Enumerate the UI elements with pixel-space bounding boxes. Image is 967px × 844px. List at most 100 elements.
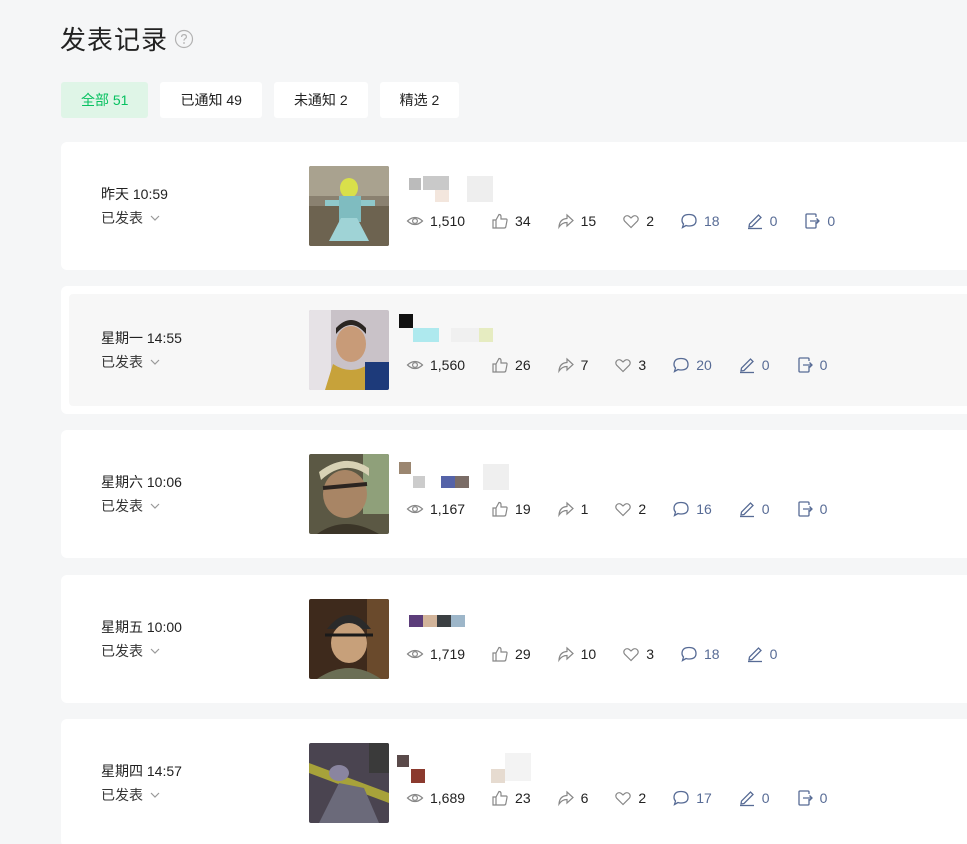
comment-icon: [673, 790, 689, 806]
heart-icon: [623, 648, 639, 662]
export-icon: [797, 357, 813, 373]
stat-edits[interactable]: 0: [746, 645, 777, 663]
record-time: 星期六 10:06: [101, 474, 182, 490]
pen-icon: [739, 791, 754, 807]
record-stats: 1,167 19 1 2 16 0 0: [406, 500, 853, 518]
status-dropdown[interactable]: 已发表: [101, 352, 161, 372]
status-label: 已发表: [101, 210, 143, 226]
record-card[interactable]: 星期六 10:06 已发表 1,167 19 1 2 16 0 0: [61, 430, 967, 558]
record-card[interactable]: 昨天 10:59 已发表 1,510 34 15 2 18 0 0: [61, 142, 967, 270]
record-stats: 1,719 29 10 3 18 0: [406, 645, 803, 663]
thumbs-up-icon: [492, 213, 508, 229]
filter-not-notified[interactable]: 未通知 2: [273, 82, 368, 118]
stat-likes: 26: [491, 356, 531, 374]
heart-icon: [615, 359, 632, 373]
thumbnail[interactable]: [309, 310, 389, 390]
title-redacted: [399, 462, 509, 492]
stat-edits[interactable]: 0: [738, 500, 770, 518]
stat-views: 1,689: [406, 789, 465, 807]
share-icon: [557, 646, 574, 663]
stat-shares: 6: [557, 789, 588, 807]
record-card[interactable]: 星期四 14:57 已发表 1,689 23 6 2 17 0 0: [61, 719, 967, 844]
filter-all[interactable]: 全部 51: [61, 82, 149, 118]
stat-comments[interactable]: 18: [680, 645, 720, 663]
pen-icon: [739, 502, 754, 518]
chevron-down-icon: [150, 792, 160, 798]
pen-icon: [739, 358, 754, 374]
thumbnail[interactable]: [309, 454, 389, 534]
status-label: 已发表: [101, 787, 143, 803]
stat-shares: 7: [557, 356, 588, 374]
status-dropdown[interactable]: 已发表: [101, 208, 161, 228]
title-redacted: [409, 176, 493, 204]
share-icon: [557, 357, 574, 374]
stat-edits[interactable]: 0: [738, 789, 770, 807]
status-label: 已发表: [101, 498, 143, 514]
eye-icon: [406, 504, 424, 514]
eye-icon: [406, 360, 424, 370]
filter-notified[interactable]: 已通知 49: [160, 82, 262, 118]
thumbs-up-icon: [492, 357, 508, 373]
status-dropdown[interactable]: 已发表: [101, 785, 161, 805]
chevron-down-icon: [150, 503, 160, 509]
comment-icon: [673, 357, 689, 373]
thumbs-up-icon: [492, 646, 508, 662]
stat-exports[interactable]: 0: [796, 500, 827, 518]
eye-icon: [406, 216, 424, 226]
stat-likes: 19: [491, 500, 531, 518]
stat-favorites: 3: [614, 356, 646, 374]
stat-edits[interactable]: 0: [738, 356, 770, 374]
chevron-down-icon: [150, 359, 160, 365]
record-time: 星期四 14:57: [101, 763, 182, 779]
title-redacted: [409, 609, 465, 637]
stat-comments[interactable]: 18: [680, 212, 720, 230]
thumbnail[interactable]: [309, 743, 389, 823]
stat-views: 1,510: [406, 212, 465, 230]
row-highlight: [69, 294, 967, 406]
record-stats: 1,560 26 7 3 20 0 0: [406, 356, 853, 374]
status-label: 已发表: [101, 354, 143, 370]
stat-comments[interactable]: 20: [672, 356, 712, 374]
heart-icon: [623, 215, 639, 229]
stat-exports[interactable]: 0: [803, 212, 835, 230]
title-redacted: [397, 753, 531, 783]
eye-icon: [406, 793, 424, 803]
help-icon[interactable]: [174, 29, 194, 49]
record-stats: 1,689 23 6 2 17 0 0: [406, 789, 853, 807]
comment-icon: [673, 501, 689, 517]
record-card[interactable]: 星期五 10:00 已发表 1,719 29 10 3 18 0: [61, 575, 967, 703]
status-dropdown[interactable]: 已发表: [101, 641, 161, 661]
stat-favorites: 2: [614, 500, 646, 518]
comment-icon: [681, 646, 697, 662]
share-icon: [557, 501, 574, 518]
stat-comments[interactable]: 17: [672, 789, 712, 807]
thumbs-up-icon: [492, 501, 508, 517]
export-icon: [797, 790, 813, 806]
stat-comments[interactable]: 16: [672, 500, 712, 518]
stat-exports[interactable]: 0: [796, 789, 827, 807]
chevron-down-icon: [150, 648, 160, 654]
thumbs-up-icon: [492, 790, 508, 806]
stat-favorites: 3: [622, 645, 654, 663]
pen-icon: [747, 214, 762, 230]
comment-icon: [681, 213, 697, 229]
stat-shares: 10: [557, 645, 596, 663]
stat-likes: 29: [491, 645, 531, 663]
stat-edits[interactable]: 0: [746, 212, 777, 230]
status-dropdown[interactable]: 已发表: [101, 496, 161, 516]
heart-icon: [615, 792, 632, 806]
stat-shares: 15: [557, 212, 596, 230]
pen-icon: [747, 647, 762, 663]
thumbnail[interactable]: [309, 166, 389, 246]
record-time: 星期一 14:55: [101, 330, 182, 346]
page-header: 发表记录: [60, 20, 194, 57]
record-card[interactable]: 星期一 14:55 已发表 1,560 26 7 3 20 0 0: [61, 286, 967, 414]
record-time: 星期五 10:00: [101, 619, 182, 635]
record-time: 昨天 10:59: [101, 186, 168, 202]
stat-exports[interactable]: 0: [796, 356, 827, 374]
stat-views: 1,167: [406, 500, 465, 518]
thumbnail[interactable]: [309, 599, 389, 679]
filter-featured[interactable]: 精选 2: [379, 82, 460, 118]
page-title: 发表记录: [60, 25, 169, 55]
record-stats: 1,510 34 15 2 18 0 0: [406, 212, 861, 230]
